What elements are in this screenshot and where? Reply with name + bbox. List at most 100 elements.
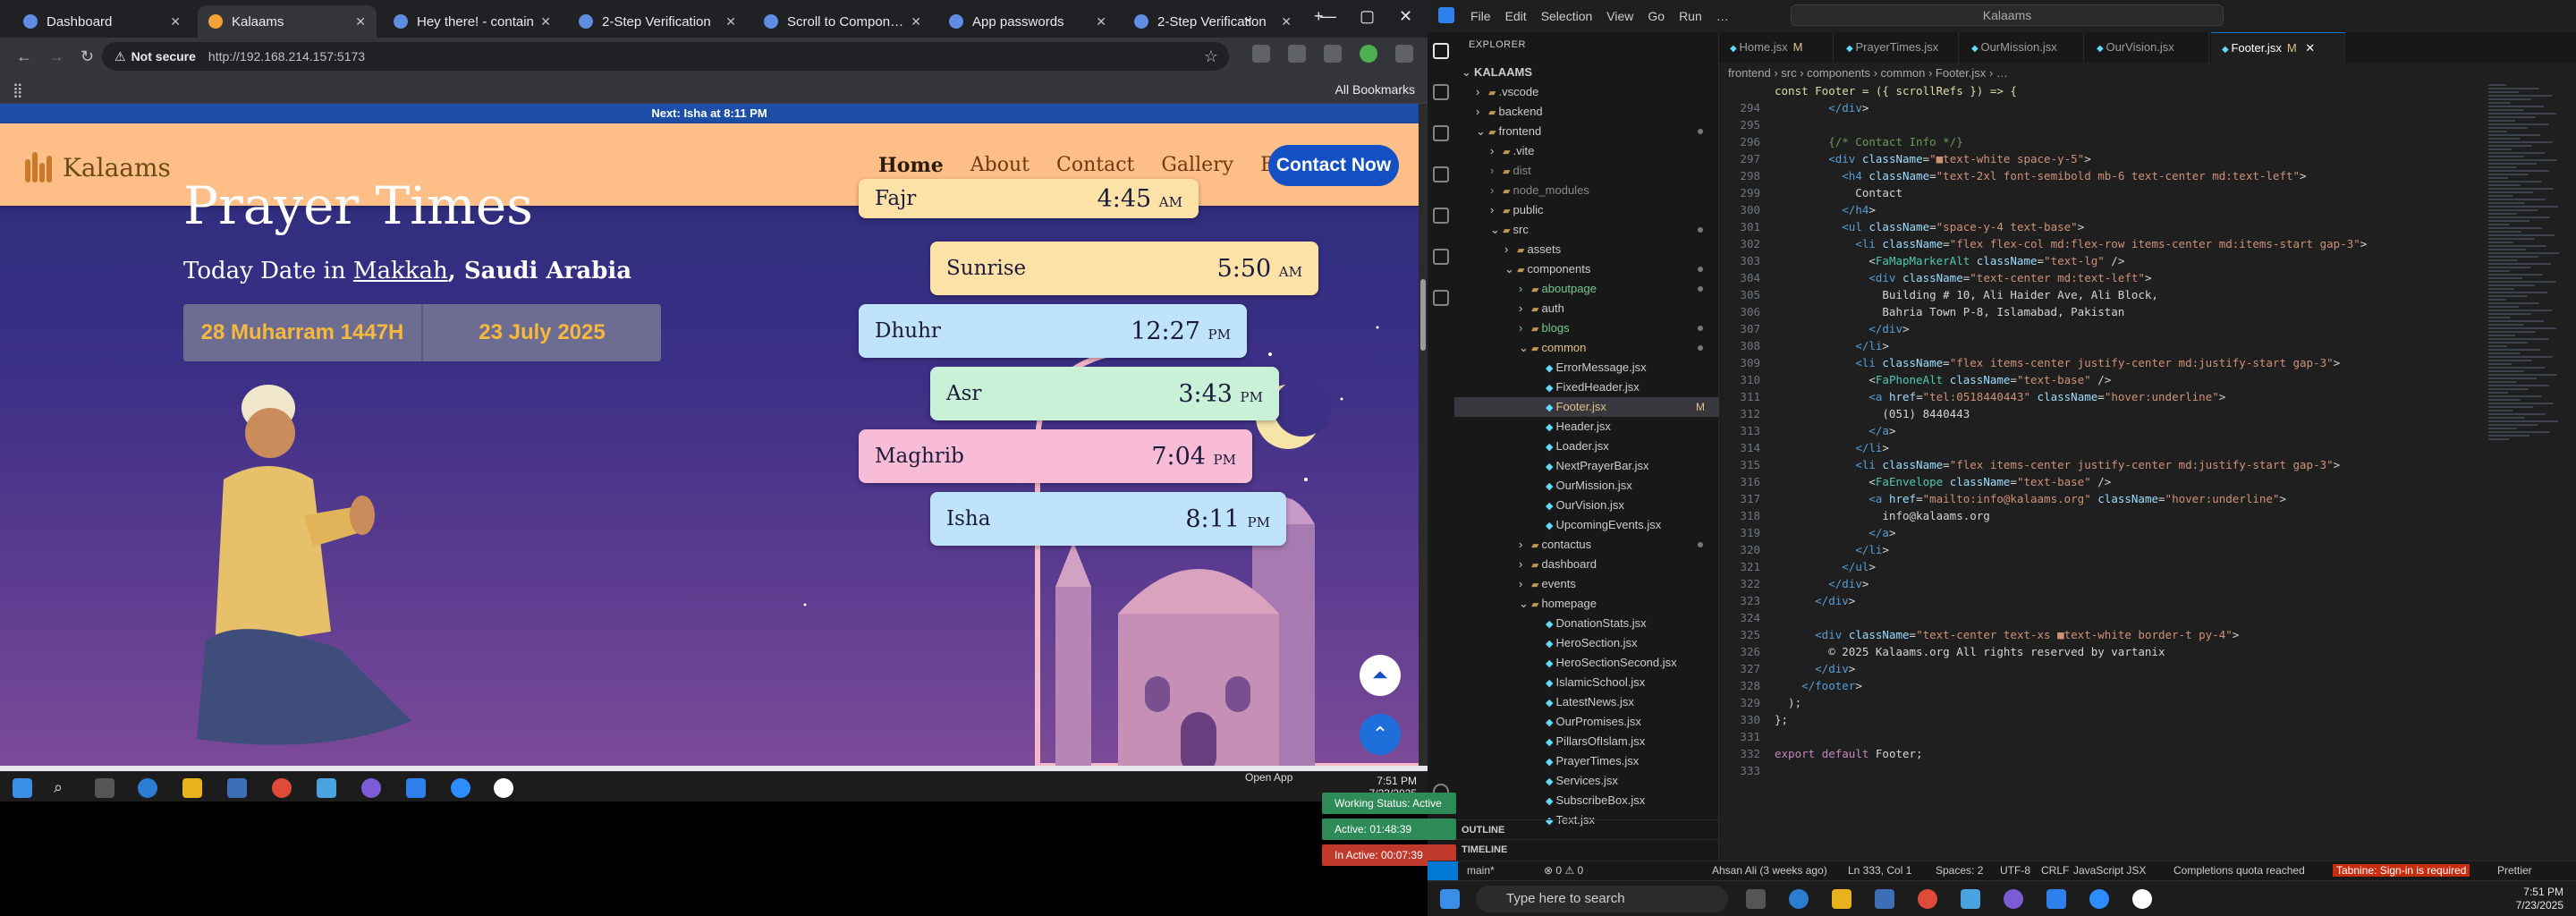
minimap[interactable] (2488, 82, 2569, 476)
tab-close-icon[interactable]: ✕ (2302, 41, 2315, 55)
code-line[interactable]: 307 </div> (1719, 320, 2435, 337)
browser-tab[interactable]: 2-Step Verification ✕ (568, 5, 747, 38)
tree-folder[interactable]: › ▰ node_modules (1454, 181, 1719, 200)
code-line[interactable]: 320 </li> (1719, 541, 2435, 558)
code-line[interactable]: 309 <li className="flex items-center jus… (1719, 354, 2435, 371)
prettier-status[interactable]: Prettier (2497, 864, 2532, 877)
scrollbar-thumb[interactable] (1420, 279, 1426, 351)
outline-section[interactable]: OUTLINE (1454, 819, 1719, 839)
code-line[interactable]: 299 Contact (1719, 184, 2435, 201)
tree-folder[interactable]: › ▰ contactus (1454, 535, 1719, 555)
code-line[interactable]: 330}; (1719, 711, 2435, 728)
code-line[interactable]: 331 (1719, 728, 2435, 745)
extensions-icon[interactable] (1433, 208, 1449, 224)
bookmark-star-icon[interactable]: ☆ (1204, 47, 1218, 66)
scroll-top-button[interactable]: ⏶ (1360, 655, 1401, 696)
code-line[interactable]: 323 </div> (1719, 592, 2435, 609)
github-icon[interactable] (1433, 249, 1449, 265)
github-icon[interactable] (2004, 889, 2023, 909)
code-line[interactable]: 315 <li className="flex items-center jus… (1719, 456, 2435, 473)
code-line[interactable]: 302 <li className="flex flex-col md:flex… (1719, 235, 2435, 252)
code-line[interactable]: 333 (1719, 762, 2435, 779)
code-line[interactable]: 312 (051) 8440443 (1719, 405, 2435, 422)
tree-file[interactable]: ◆ Header.jsx (1454, 417, 1719, 437)
code-line[interactable]: 300 </h4> (1719, 201, 2435, 218)
tree-file[interactable]: ◆ PrayerTimes.jsx (1454, 751, 1719, 771)
tree-file[interactable]: ◆ UpcomingEvents.jsx (1454, 515, 1719, 535)
maximize-icon[interactable]: ▢ (1360, 7, 1375, 26)
app-icon[interactable] (317, 778, 336, 798)
code-line[interactable]: 321 </ul> (1719, 558, 2435, 575)
tree-file[interactable]: ◆ HeroSectionSecond.jsx (1454, 653, 1719, 673)
nav-gallery[interactable]: Gallery (1161, 154, 1233, 177)
menu-file[interactable]: File (1470, 9, 1491, 23)
encoding[interactable]: UTF-8 (2000, 864, 2030, 877)
forward-icon[interactable]: → (48, 47, 64, 66)
tree-folder[interactable]: › ▰ auth (1454, 299, 1719, 318)
file-explorer-icon[interactable] (182, 778, 202, 798)
github-icon[interactable] (361, 778, 381, 798)
edge-icon[interactable] (1789, 889, 1809, 909)
app-icon[interactable] (2132, 889, 2152, 909)
command-center-search[interactable]: Kalaams (1791, 4, 2224, 26)
code-line[interactable]: 310 <FaPhoneAlt className="text-base" /> (1719, 371, 2435, 388)
code-line[interactable]: 318 info@kalaams.org (1719, 507, 2435, 524)
copilot-status[interactable]: Completions quota reached (2174, 864, 2305, 877)
tree-folder[interactable]: ⌄ ▰ common (1454, 338, 1719, 358)
breadcrumb[interactable]: frontend › src › components › common › F… (1728, 66, 2008, 80)
profile-avatar[interactable] (1360, 45, 1377, 63)
tree-folder[interactable]: › ▰ aboutpage (1454, 279, 1719, 299)
tree-file[interactable]: ◆ OurPromises.jsx (1454, 712, 1719, 732)
browser-tab[interactable]: Kalaams ✕ (198, 5, 377, 38)
code-line[interactable]: 311 <a href="tel:0518440443" className="… (1719, 388, 2435, 405)
minimize-icon[interactable]: — (1320, 7, 1336, 26)
tab-search-icon[interactable]: ⌄ (1241, 7, 1255, 26)
zoom-icon[interactable] (2089, 889, 2109, 909)
page-scrollbar[interactable] (1419, 104, 1428, 766)
code-line[interactable]: 313 </a> (1719, 422, 2435, 439)
omnibox[interactable]: ⚠ Not secure http://192.168.214.157:5173… (102, 42, 1229, 71)
menu-kebab-icon[interactable] (1395, 45, 1413, 63)
tree-folder[interactable]: › ▰ dist (1454, 161, 1719, 181)
code-line[interactable]: 319 </a> (1719, 524, 2435, 541)
browser-tab[interactable]: Hey there! - contain ✕ (383, 5, 562, 38)
tab-close-icon[interactable]: ✕ (911, 14, 921, 30)
city-link[interactable]: Makkah (353, 258, 448, 284)
taskbar-clock[interactable]: 7:51 PM7/23/2025 (2516, 886, 2563, 912)
menu-view[interactable]: View (1606, 9, 1633, 23)
store-icon[interactable] (227, 778, 247, 798)
code-line[interactable]: 332 export default Footer; (1719, 745, 2435, 762)
explorer-icon[interactable] (1433, 43, 1449, 59)
tabnine-icon[interactable] (1433, 290, 1449, 306)
git-blame[interactable]: Ahsan Ali (3 weeks ago) (1712, 864, 1827, 877)
timeline-section[interactable]: TIMELINE (1454, 839, 1719, 859)
tree-file[interactable]: ◆ IslamicSchool.jsx (1454, 673, 1719, 692)
tree-folder[interactable]: › ▰ public (1454, 200, 1719, 220)
extensions-puzzle-icon[interactable] (1324, 45, 1342, 63)
code-line[interactable]: 303 <FaMapMarkerAlt className="text-lg" … (1719, 252, 2435, 269)
browser-tab[interactable]: App passwords ✕ (938, 5, 1117, 38)
tree-file[interactable]: ◆ SubscribeBox.jsx (1454, 791, 1719, 810)
url-text[interactable]: http://192.168.214.157:5173 (208, 49, 365, 64)
code-line[interactable]: 305 Building # 10, Ali Haider Ave, Ali B… (1719, 286, 2435, 303)
tab-close-icon[interactable]: ✕ (1096, 14, 1106, 30)
run-debug-icon[interactable] (1433, 166, 1449, 182)
tree-file[interactable]: ◆ ErrorMessage.jsx (1454, 358, 1719, 377)
tree-file[interactable]: ◆ NextPrayerBar.jsx (1454, 456, 1719, 476)
tab-close-icon[interactable]: ✕ (725, 14, 736, 30)
browser-tab[interactable]: Scroll to Components ✕ (753, 5, 932, 38)
task-view-icon[interactable] (1746, 889, 1766, 909)
tree-file[interactable]: ◆ OurMission.jsx (1454, 476, 1719, 496)
apps-grid-icon[interactable]: ⣿ (13, 81, 23, 99)
windows-start-icon[interactable] (13, 778, 32, 798)
tree-file[interactable]: ◆ Services.jsx (1454, 771, 1719, 791)
app-icon[interactable] (494, 778, 513, 798)
sticky-scroll-line[interactable]: const Footer = ({ scrollRefs }) => { (1719, 82, 2435, 99)
git-branch[interactable]: main* (1467, 864, 1495, 877)
nav-contact[interactable]: Contact (1056, 154, 1134, 177)
zoom-icon[interactable] (451, 778, 470, 798)
code-line[interactable]: 297 <div className="■text-white space-y-… (1719, 150, 2435, 167)
tree-file[interactable]: ◆ DonationStats.jsx (1454, 614, 1719, 633)
code-line[interactable]: 298 <h4 className="text-2xl font-semibol… (1719, 167, 2435, 184)
code-line[interactable]: 295 (1719, 116, 2435, 133)
